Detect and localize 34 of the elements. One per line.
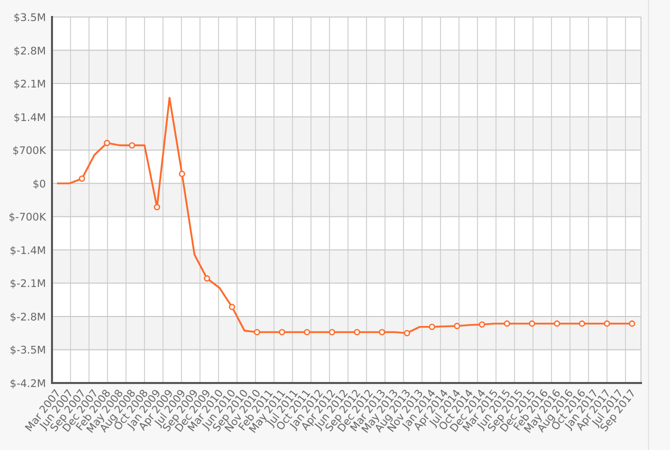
data-point xyxy=(204,275,210,282)
y-tick-label: $-3.5M xyxy=(10,344,46,357)
data-point xyxy=(554,320,560,327)
data-point xyxy=(454,322,460,330)
y-tick-label: $1.4M xyxy=(14,112,46,124)
data-point xyxy=(304,329,310,336)
data-point xyxy=(178,170,186,177)
y-tick-label: $-2.8M xyxy=(10,311,46,324)
data-point xyxy=(328,329,336,336)
data-point xyxy=(528,320,536,327)
data-point xyxy=(354,329,360,336)
data-point xyxy=(104,140,110,146)
y-tick-label: $-4.2M xyxy=(10,378,46,390)
y-tick-label: $-1.4M xyxy=(10,244,46,257)
y-tick-label: $2.1M xyxy=(14,78,46,91)
y-tick-label: $-2.1M xyxy=(10,278,46,290)
data-point xyxy=(428,324,436,330)
y-tick-label: $700K xyxy=(12,145,46,158)
data-point xyxy=(228,304,236,310)
data-point xyxy=(154,204,160,210)
data-point xyxy=(478,321,486,328)
y-tick-label: $2.8M xyxy=(14,45,46,58)
data-point xyxy=(254,329,260,336)
data-point xyxy=(628,320,636,327)
data-point xyxy=(504,320,510,327)
data-point xyxy=(128,142,136,148)
y-tick-label: $3.5M xyxy=(14,12,46,24)
data-point xyxy=(578,320,586,327)
y-tick-label: $0 xyxy=(32,178,46,190)
data-point xyxy=(604,320,610,327)
data-point xyxy=(278,329,286,336)
data-point xyxy=(404,330,410,336)
y-tick-label: $-700K xyxy=(8,212,46,224)
data-point xyxy=(378,329,386,336)
